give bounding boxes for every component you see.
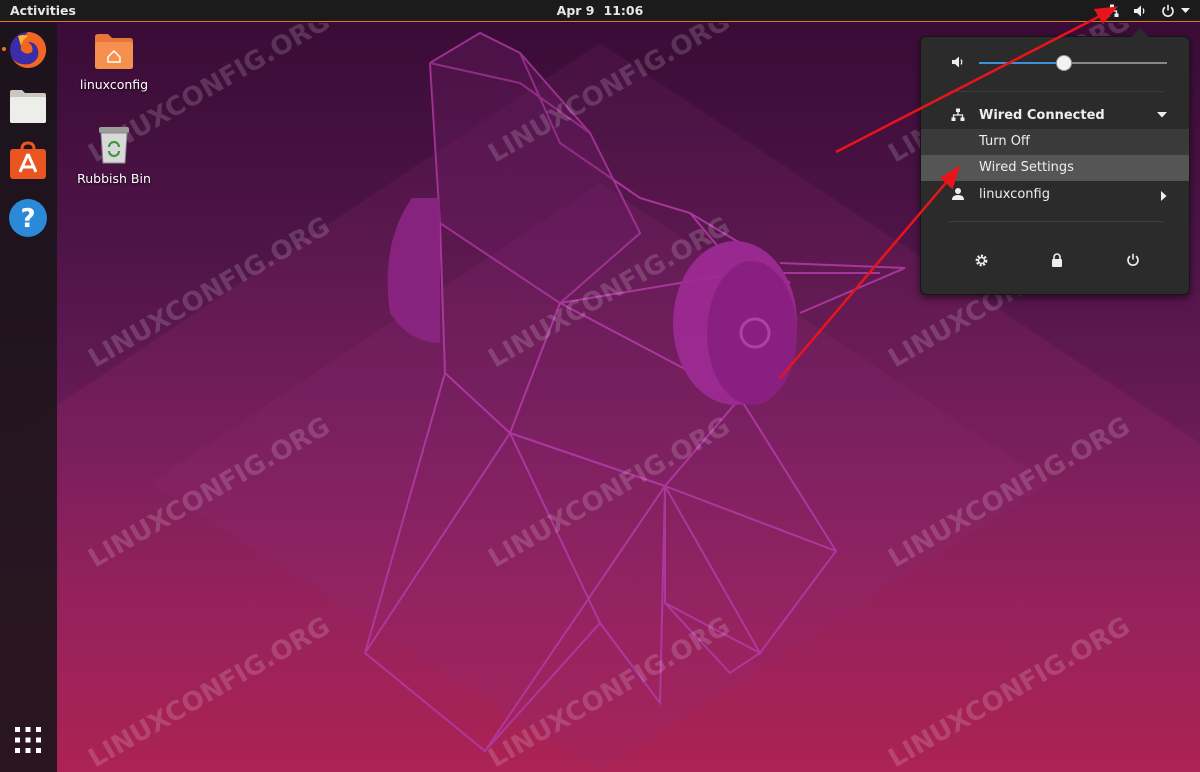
software-icon [10, 141, 46, 179]
chevron-right-icon [1161, 191, 1167, 201]
volume-icon[interactable] [1133, 4, 1147, 18]
desktop-icon-home[interactable]: linuxconfig [74, 31, 154, 92]
clock-date: Apr 9 [556, 3, 595, 18]
clock-button[interactable]: Apr 9 11:06 [0, 3, 1200, 18]
dock-item-firefox[interactable] [2, 29, 49, 71]
network-wired-icon [951, 108, 965, 121]
wired-connected-row[interactable]: Wired Connected [921, 103, 1189, 129]
lock-button[interactable] [1046, 249, 1068, 271]
user-label: linuxconfig [979, 187, 1050, 202]
firefox-icon [10, 31, 47, 68]
wired-connected-label: Wired Connected [979, 108, 1105, 123]
separator [949, 91, 1163, 92]
power-icon [1162, 4, 1174, 17]
dock-item-help[interactable]: ? [7, 197, 49, 239]
dock-item-files[interactable] [7, 85, 49, 127]
turn-off-label: Turn Off [979, 134, 1030, 149]
top-bar: Activities Apr 9 11:06 [0, 0, 1200, 22]
chevron-down-icon [1181, 8, 1190, 13]
user-icon [952, 188, 964, 200]
power-icon [1127, 253, 1139, 266]
wired-settings-label: Wired Settings [979, 160, 1074, 175]
power-off-button[interactable] [1122, 249, 1144, 271]
system-actions [921, 249, 1189, 271]
files-icon [10, 90, 46, 123]
volume-row [921, 50, 1189, 76]
volume-slider[interactable] [979, 55, 1167, 71]
chevron-down-icon [1157, 112, 1167, 118]
user-row[interactable]: linuxconfig [921, 182, 1189, 208]
volume-slider-fill [979, 62, 1064, 64]
trash-icon [99, 127, 129, 164]
turn-off-item[interactable]: Turn Off [921, 129, 1189, 155]
volume-icon [952, 56, 963, 68]
desktop-icon-trash[interactable]: Rubbish Bin [74, 125, 154, 186]
system-menu: Wired Connected Turn Off Wired Settings … [920, 28, 1190, 295]
home-folder-icon [95, 34, 133, 69]
system-tray[interactable] [1105, 2, 1190, 20]
dock: ? [0, 23, 57, 772]
network-wired-icon[interactable] [1105, 4, 1119, 18]
show-applications-icon [15, 727, 41, 753]
clock-time: 11:06 [603, 3, 644, 18]
show-applications-button[interactable] [7, 719, 49, 761]
svg-text:?: ? [20, 204, 35, 234]
desktop-icon-label: Rubbish Bin [77, 171, 151, 186]
desktop-icon-label: linuxconfig [79, 77, 149, 92]
separator [949, 221, 1163, 222]
power-menu-button[interactable] [1161, 4, 1190, 18]
help-icon: ? [9, 199, 47, 237]
lock-icon [1052, 253, 1062, 267]
dock-item-software[interactable] [7, 140, 49, 182]
settings-icon [975, 254, 987, 266]
volume-slider-knob[interactable] [1055, 55, 1072, 71]
settings-button[interactable] [970, 249, 992, 271]
wired-settings-item[interactable]: Wired Settings [921, 155, 1189, 181]
